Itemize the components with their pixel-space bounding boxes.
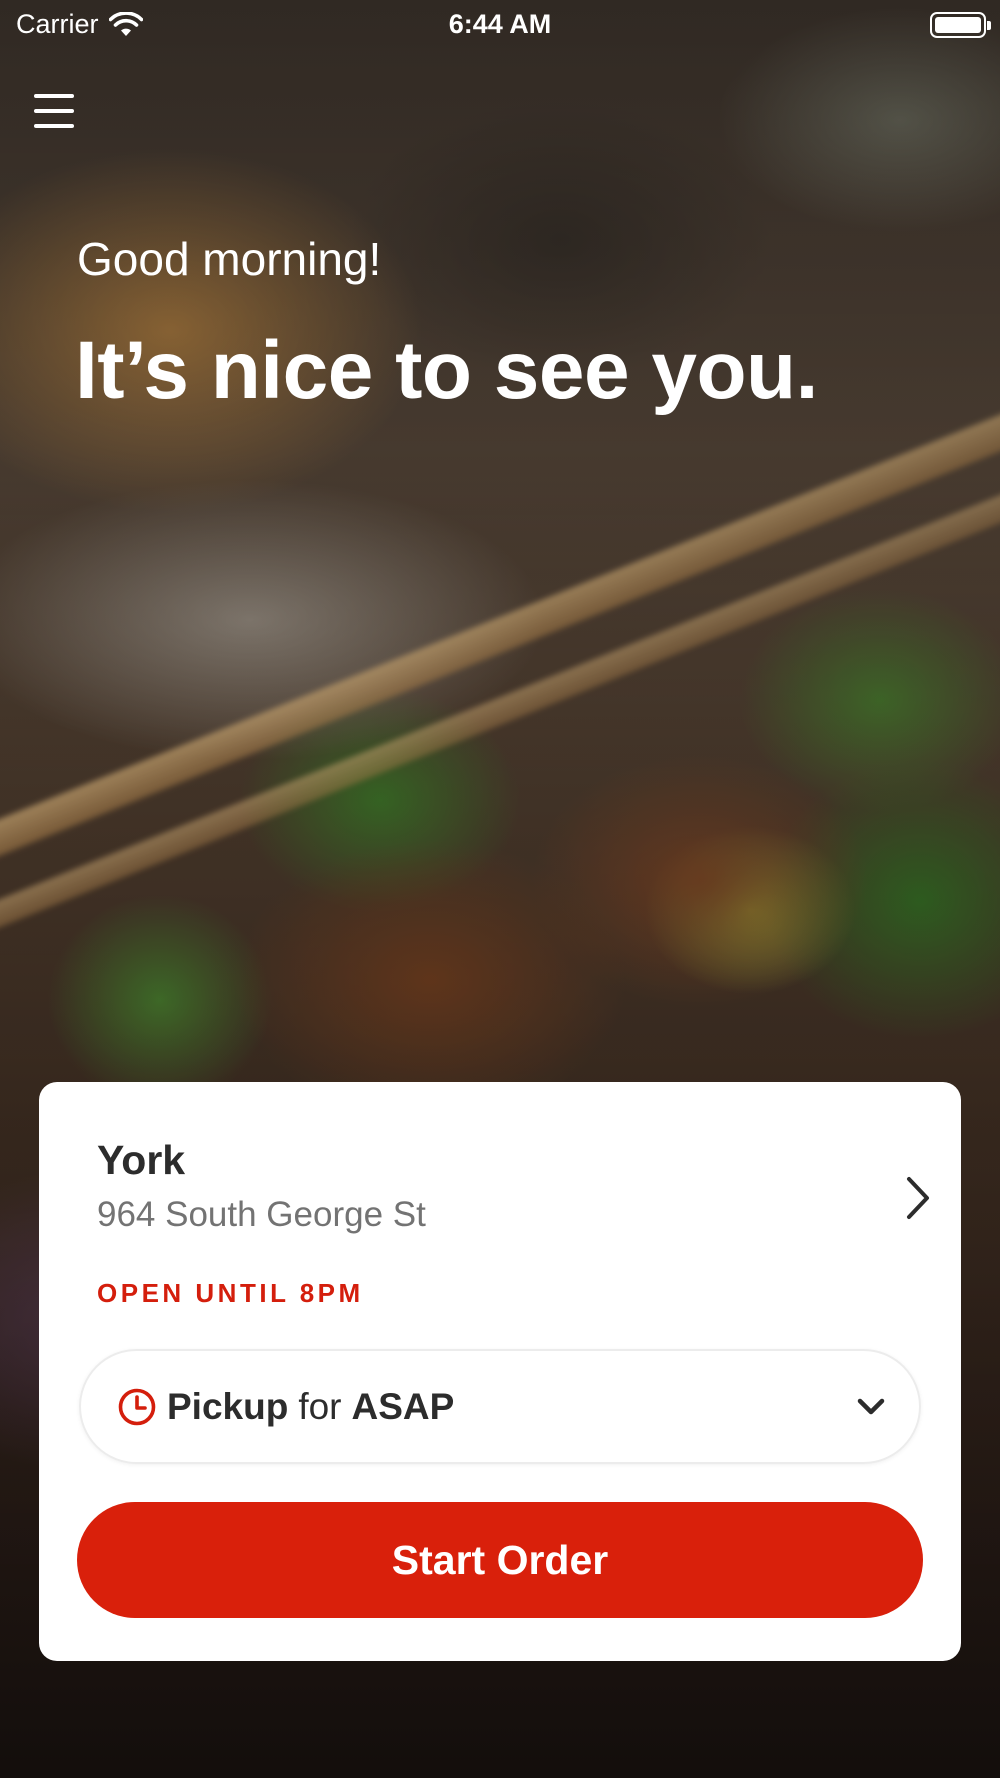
battery-cap xyxy=(987,21,991,30)
battery-full-icon xyxy=(930,12,991,38)
headline-text: It’s nice to see you. xyxy=(75,325,818,416)
chevron-right-icon xyxy=(907,1177,929,1219)
battery-level xyxy=(935,17,981,33)
clock-icon xyxy=(118,1388,156,1425)
store-name: York xyxy=(97,1137,186,1183)
greeting-text: Good morning! xyxy=(77,233,382,285)
status-time: 6:44 AM xyxy=(448,9,552,39)
order-connector-label: for xyxy=(298,1385,342,1427)
chevron-down-icon xyxy=(857,1398,885,1415)
location-selector[interactable]: York 964 South George St xyxy=(97,1137,937,1247)
pickup-summary: Pickup for ASAP xyxy=(167,1386,454,1428)
status-bar: Carrier 6:44 AM xyxy=(0,0,1000,50)
menu-line xyxy=(34,94,74,98)
order-time-label: ASAP xyxy=(351,1385,455,1427)
store-address: 964 South George St xyxy=(97,1195,426,1234)
pickup-time-selector[interactable]: Pickup for ASAP xyxy=(79,1349,921,1464)
menu-line xyxy=(34,109,74,113)
hamburger-menu-icon[interactable] xyxy=(34,92,74,130)
open-status-label: OPEN UNTIL 8PM xyxy=(97,1278,364,1308)
menu-line xyxy=(34,124,74,128)
order-mode-label: Pickup xyxy=(167,1385,289,1427)
location-card: York 964 South George St OPEN UNTIL 8PM … xyxy=(39,1082,961,1661)
start-order-button[interactable]: Start Order xyxy=(77,1502,923,1618)
